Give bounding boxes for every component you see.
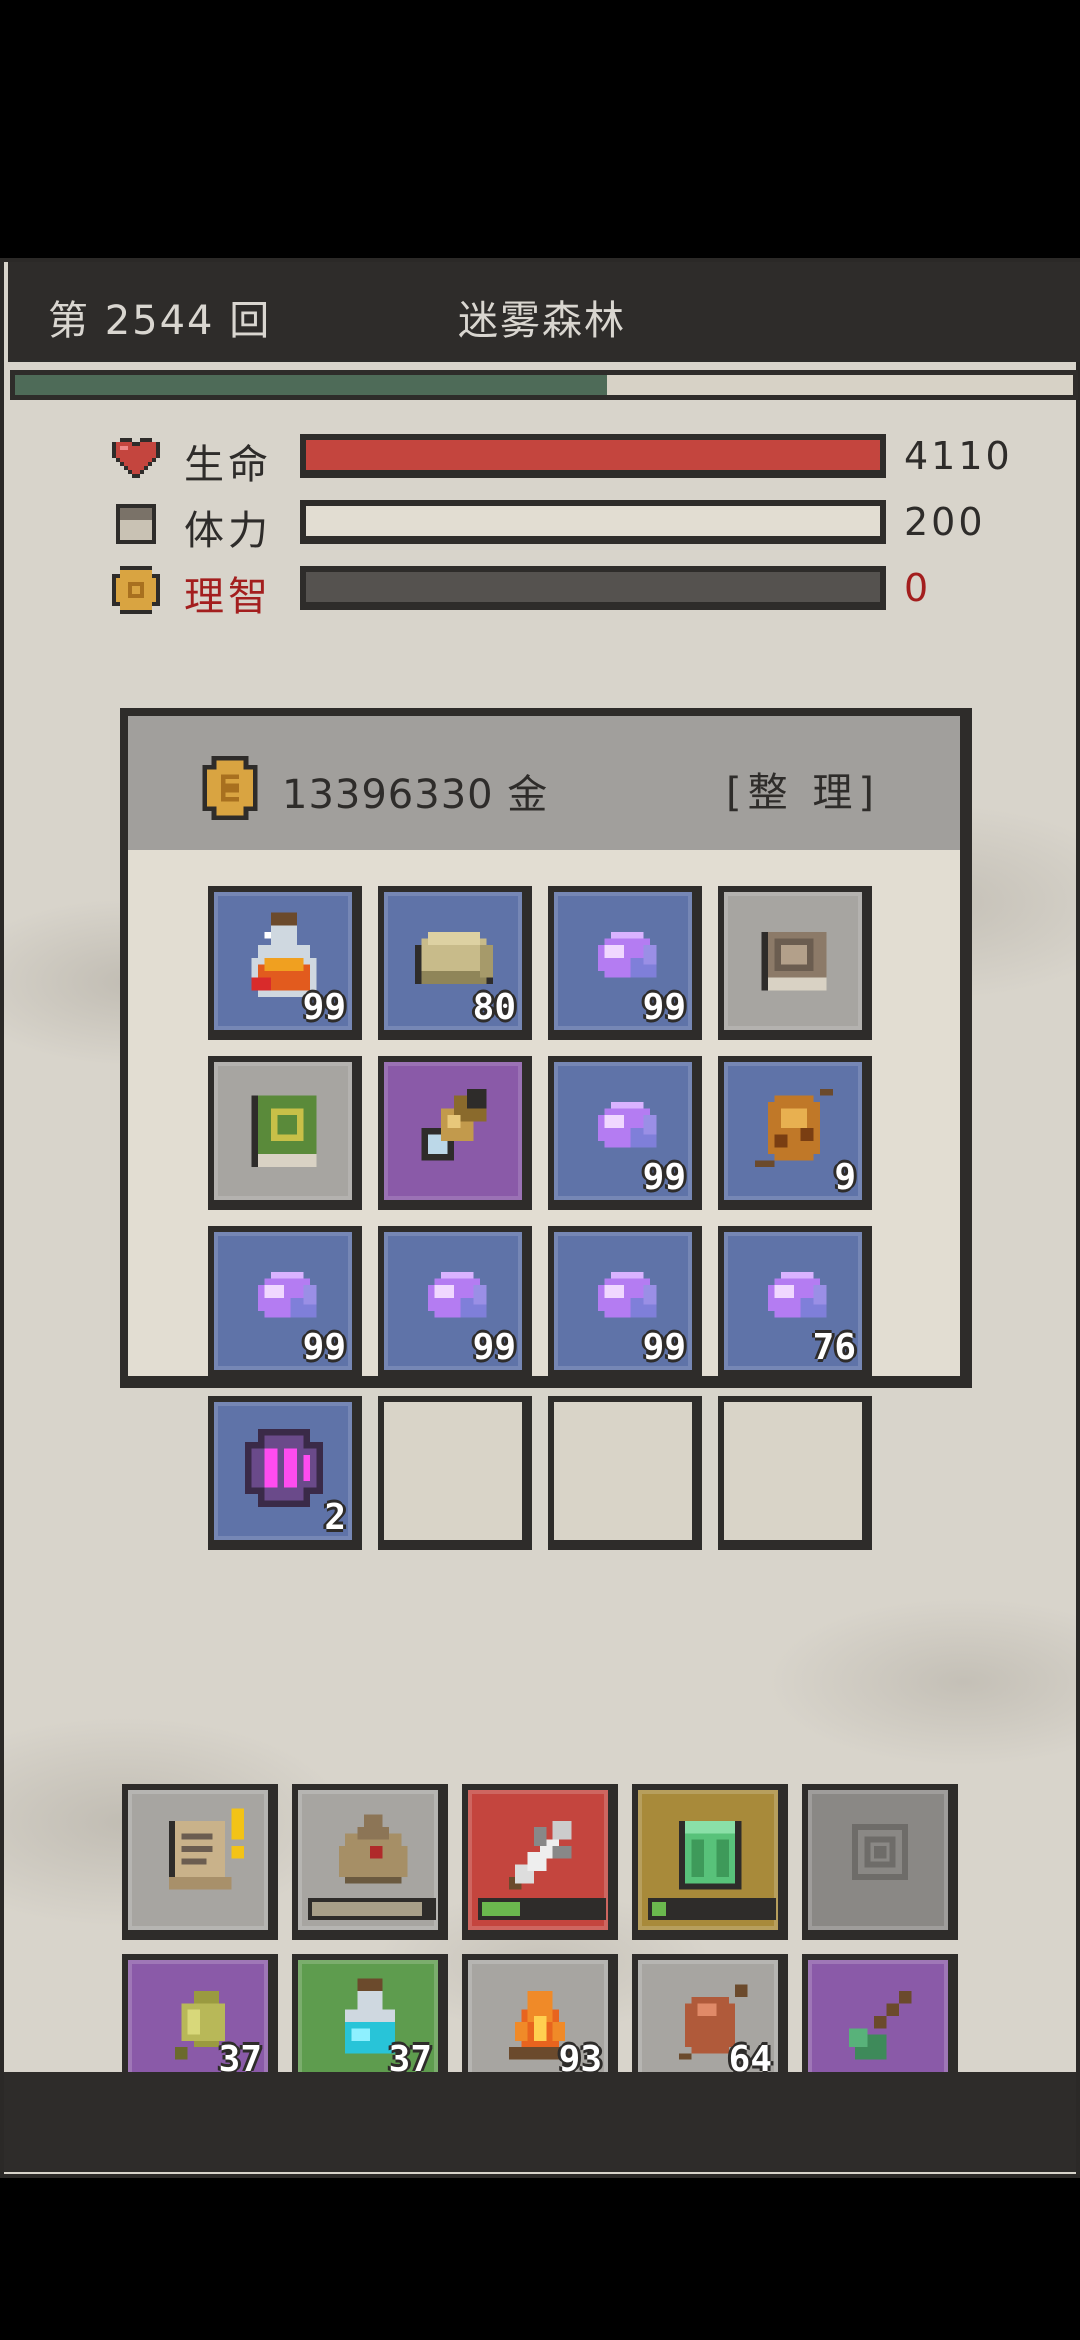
action-button-scroll-quest[interactable] [122,1784,278,1940]
stat-stamina: 体力 200 [108,496,1008,554]
inventory-slot[interactable]: 80 [378,886,532,1040]
inventory-slot[interactable]: 99 [548,886,702,1040]
item-count: 9 [834,1157,856,1198]
inventory-slot[interactable]: 99 [208,886,362,1040]
bottom-bar [4,2072,1076,2172]
quick-item-herb[interactable]: 37 [122,1954,278,2080]
skewer-icon [755,1089,833,1167]
inventory-slot[interactable]: 99 [548,1056,702,1210]
inventory-header: 13396330 金 [整 理] [128,716,960,850]
item-count: 37 [218,2039,262,2080]
round-counter: 第 2544 回 [48,298,272,344]
inventory-slot-empty[interactable] [378,1396,532,1550]
stat-label: 理智 [184,574,272,620]
item-count: 99 [642,1327,686,1368]
scroll-quest-icon [168,1808,244,1890]
stat-label: 体力 [184,508,272,554]
sort-button[interactable]: [整 理] [726,760,880,818]
inventory-slot[interactable]: 9 [718,1056,872,1210]
spiral-icon [851,1823,909,1881]
stat-sanity: 理智 0 [108,562,1008,620]
inventory-panel: 13396330 金 [整 理] 99 80 99 99 9 99 99 99 76 2 [120,708,972,1550]
quick-item-axe[interactable] [802,1954,958,2072]
axe-icon [848,1990,912,2060]
item-count: 99 [472,1327,516,1368]
area-name: 迷雾森林 [458,298,626,344]
item-count: 99 [642,987,686,1028]
spyglass-icon [421,1089,487,1161]
cooldown-meter [308,1898,436,1920]
gold-coin-icon [202,756,258,820]
journal-icon [761,932,827,991]
item-count: 64 [728,2039,772,2080]
inventory-slot[interactable] [378,1056,532,1210]
inventory-slot[interactable]: 99 [548,1226,702,1380]
inventory-slot[interactable]: 76 [718,1226,872,1380]
hp-bar [300,434,886,478]
action-button-sack[interactable] [292,1784,448,1940]
stat-value: 0 [904,566,932,610]
inventory-slot-empty[interactable] [718,1396,872,1550]
sanity-bar [300,566,886,610]
item-count: 80 [472,987,516,1028]
item-count: 2 [324,1497,346,1538]
green-book-icon [251,1095,317,1167]
quick-item-meat[interactable]: 64 [632,1954,788,2080]
item-count: 76 [812,1327,856,1368]
inventory-slot[interactable]: 99 [208,1226,362,1380]
inventory-slot[interactable]: 99 [378,1226,532,1380]
item-count: 93 [558,2039,602,2080]
action-button-sword[interactable] [462,1784,618,1940]
top-bar: 第 2544 回 迷雾森林 [8,262,1080,362]
stat-hp: 生命 4110 [108,430,1010,488]
stamina-bar [300,500,886,544]
inventory-slot-empty[interactable] [548,1396,702,1550]
sanity-coin-icon [112,566,160,614]
stage-progress-fill [15,375,608,395]
action-button-armor[interactable] [632,1784,788,1940]
inventory-slot[interactable] [208,1056,362,1210]
sword-icon [508,1820,572,1890]
rune-orb-icon [245,1429,323,1507]
item-count: 37 [388,2039,432,2080]
inventory-slot[interactable] [718,886,872,1040]
gold-amount: 13396330 金 [282,772,549,818]
quick-item-cyan-potion[interactable]: 37 [292,1954,448,2080]
stat-value: 4110 [904,434,1013,478]
stat-value: 200 [904,500,986,544]
stamina-icon [116,504,156,544]
quick-item-campfire[interactable]: 93 [462,1954,618,2080]
game-screen: 第 2544 回 迷雾森林 生命 4110 体力 200 理智 0 133963… [0,258,1080,2178]
action-button-spiral[interactable] [802,1784,958,1940]
stat-label: 生命 [184,442,272,488]
item-count: 99 [302,987,346,1028]
sack-icon [338,1814,408,1884]
cooldown-meter [648,1898,776,1920]
cooldown-meter [478,1898,606,1920]
heart-icon [112,438,160,478]
item-count: 99 [642,1157,686,1198]
stage-progress-bar [10,370,1078,400]
armor-icon [678,1820,742,1890]
item-count: 99 [302,1327,346,1368]
inventory-slot[interactable]: 2 [208,1396,362,1550]
